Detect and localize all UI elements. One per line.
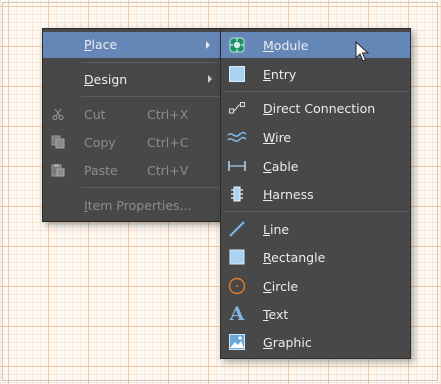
schematic-canvas[interactable]: { "main_menu": { "items": [ {"label": "P… xyxy=(0,0,441,384)
mnemonic: W xyxy=(263,129,276,145)
submenu-item-label: able xyxy=(271,158,299,174)
menu-item-label: Cut xyxy=(84,106,106,122)
submenu-item-circle[interactable]: Circle xyxy=(221,272,410,300)
submenu-item-label: arness xyxy=(272,186,314,202)
menu-item-label: esign xyxy=(93,71,128,87)
menu-separator xyxy=(81,187,222,188)
menu-item-design[interactable]: Design xyxy=(43,66,222,92)
submenu-item-label: odule xyxy=(273,37,309,53)
cable-icon xyxy=(226,155,248,177)
submenu-item-label: irect Connection xyxy=(272,100,376,116)
menu-item-label: Paste xyxy=(84,162,118,178)
harness-icon xyxy=(226,183,248,205)
shortcut-label: Ctrl+V xyxy=(147,162,189,178)
menu-item-label: tem Properties... xyxy=(87,197,192,213)
shortcut-label: Ctrl+X xyxy=(147,106,189,122)
copy-icon xyxy=(47,131,69,153)
menu-item-item-properties[interactable]: Item Properties... xyxy=(43,192,222,218)
paste-icon xyxy=(47,159,69,181)
submenu-item-harness[interactable]: Harness xyxy=(221,180,410,208)
mnemonic: C xyxy=(263,158,272,174)
shortcut-label: Ctrl+C xyxy=(147,134,189,150)
submenu-arrow-icon xyxy=(208,75,212,83)
line-icon xyxy=(226,218,248,240)
submenu-item-wire[interactable]: Wire xyxy=(221,123,410,151)
submenu-item-label: ircle xyxy=(271,278,299,294)
place-submenu: Module Entry Direct Connection Wire Cabl… xyxy=(220,28,411,359)
menu-item-copy[interactable]: Copy Ctrl+C xyxy=(43,129,222,155)
graphic-icon xyxy=(226,331,248,353)
submenu-item-text[interactable]: A Text xyxy=(221,300,410,328)
submenu-item-entry[interactable]: Entry xyxy=(221,60,410,88)
direct-connection-icon xyxy=(226,97,248,119)
mnemonic: D xyxy=(263,100,273,116)
mnemonic: H xyxy=(263,186,273,202)
menu-item-place-active[interactable]: Place xyxy=(43,32,220,58)
rectangle-icon xyxy=(226,246,248,268)
mouse-pointer-icon xyxy=(355,40,370,66)
mnemonic: D xyxy=(84,71,94,87)
menu-separator xyxy=(223,91,408,92)
submenu-item-cable[interactable]: Cable xyxy=(221,152,410,180)
submenu-arrow-icon xyxy=(206,41,210,49)
menu-separator xyxy=(81,96,222,97)
submenu-item-line[interactable]: Line xyxy=(221,215,410,243)
submenu-item-direct-connection[interactable]: Direct Connection xyxy=(221,95,410,121)
mnemonic: M xyxy=(263,37,274,53)
scissors-icon xyxy=(47,103,69,125)
mnemonic: P xyxy=(84,37,92,52)
wire-icon xyxy=(226,126,248,148)
menu-item-cut[interactable]: Cut Ctrl+X xyxy=(43,101,222,127)
menu-item-paste[interactable]: Paste Ctrl+V xyxy=(43,157,222,183)
menu-separator xyxy=(81,62,222,63)
submenu-item-label: ire xyxy=(275,129,292,145)
mnemonic: C xyxy=(263,278,272,294)
submenu-item-label: ectangle xyxy=(271,249,326,265)
submenu-item-module[interactable]: Module xyxy=(221,32,410,58)
mnemonic: L xyxy=(263,221,270,237)
mnemonic: R xyxy=(263,249,272,265)
submenu-item-graphic[interactable]: Graphic xyxy=(221,328,410,356)
text-icon: A xyxy=(229,303,245,325)
submenu-item-label: ext xyxy=(268,306,289,322)
module-icon xyxy=(226,34,248,56)
mnemonic: E xyxy=(263,66,271,82)
circle-icon xyxy=(226,275,248,297)
mnemonic: G xyxy=(263,334,273,350)
menu-item-label: lace xyxy=(91,37,118,52)
submenu-item-rectangle[interactable]: Rectangle xyxy=(221,243,410,271)
submenu-item-label: raphic xyxy=(272,334,312,350)
submenu-item-label: ine xyxy=(269,221,290,237)
submenu-item-label: ntry xyxy=(270,66,297,82)
menu-separator xyxy=(223,211,408,212)
menu-item-label: Copy xyxy=(84,134,116,150)
entry-icon xyxy=(226,63,248,85)
